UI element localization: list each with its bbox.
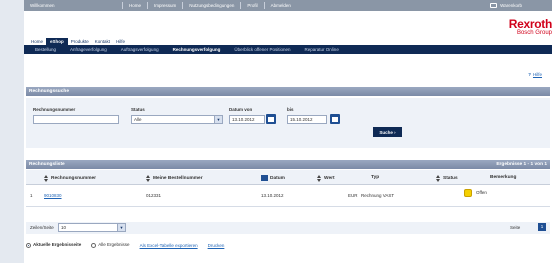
nav-hilfe[interactable]: Hilfe: [113, 38, 128, 45]
invoice-number-input[interactable]: [33, 115, 119, 124]
date-sort-icon: [261, 175, 268, 181]
col-invoice-number[interactable]: Rechnungsnummer: [44, 175, 96, 182]
status-open-icon: [464, 189, 472, 197]
subnav-bestellung[interactable]: Bestellung: [28, 47, 63, 52]
top-link-logout[interactable]: Abmelden: [263, 2, 297, 9]
col-date-label: Datum: [270, 175, 285, 181]
date-to-label: bis: [287, 107, 294, 112]
sort-icon: [317, 175, 322, 182]
list-title: Rechnungsliste: [29, 162, 65, 167]
sub-nav: Bestellung Anfrageverfolgung Auftragsver…: [24, 45, 552, 54]
sort-icon: [436, 175, 441, 182]
radio-selected-icon: [26, 242, 31, 248]
radio-unselected-icon: [91, 242, 97, 248]
invoice-currency: EUR: [348, 193, 358, 198]
col-remark: Bemerkung: [490, 175, 516, 180]
help-icon: ?: [528, 72, 531, 77]
col-value[interactable]: Wert: [317, 175, 335, 182]
col-order-number-label: Meine Bestellnummer: [153, 176, 203, 181]
invoice-status: Offen: [476, 190, 487, 195]
radio-current-page[interactable]: Aktuelle Ergebnisseite: [26, 242, 82, 248]
rows-per-page-value: 10: [61, 225, 67, 230]
invoice-date: 13.10.2012: [261, 193, 284, 198]
sort-icon: [44, 175, 49, 182]
calendar-icon[interactable]: [330, 114, 340, 124]
chevron-down-icon: ▼: [117, 224, 125, 231]
left-margin: [0, 0, 24, 263]
invoice-number-label: Rechnungsnummer: [33, 107, 76, 112]
radio-all-results-label: Alle Ergebnisse: [98, 242, 130, 248]
brand-row: Rexroth Bosch Group: [24, 11, 552, 38]
radio-current-page-label: Aktuelle Ergebnisseite: [33, 242, 82, 248]
status-label: Status: [131, 107, 145, 112]
bosch-group-label: Bosch Group: [516, 30, 552, 36]
nav-eshop[interactable]: eShop: [46, 38, 68, 45]
subnav-anfrageverfolgung[interactable]: Anfrageverfolgung: [63, 47, 114, 52]
col-status-label: Status: [443, 176, 458, 181]
top-links: Home Impressum Nutzungsbedingungen Profi…: [122, 2, 297, 9]
col-invoice-number-label: Rechnungsnummer: [51, 176, 97, 181]
date-from-input[interactable]: 13.10.2012: [229, 115, 265, 124]
top-link-profile[interactable]: Profil: [240, 2, 263, 9]
export-row: Aktuelle Ergebnisseite Alle Ergebnisse A…: [26, 240, 550, 250]
row-index: 1: [30, 193, 33, 198]
search-button[interactable]: Suche ›: [373, 127, 402, 137]
cart-icon: [490, 3, 498, 8]
top-link-terms[interactable]: Nutzungsbedingungen: [182, 2, 240, 9]
excel-export-link[interactable]: Als Excel-Tabelle exportieren: [140, 243, 198, 248]
search-section-header: Rechnungssuche: [26, 87, 550, 96]
nav-produkte[interactable]: Produkte: [68, 38, 92, 45]
nav-kontakt[interactable]: Kontakt: [92, 38, 113, 45]
top-bar: Willkommen Home Impressum Nutzungsbeding…: [24, 0, 552, 11]
subnav-rechnungsverfolgung[interactable]: Rechnungsverfolgung: [166, 47, 228, 52]
print-link[interactable]: Drucken: [208, 243, 225, 248]
help-link[interactable]: ? Hilfe: [528, 72, 542, 77]
col-remark-label: Bemerkung: [490, 175, 517, 180]
page: Willkommen Home Impressum Nutzungsbeding…: [24, 0, 552, 263]
cart-label: Warenkorb: [500, 3, 522, 8]
top-link-impressum[interactable]: Impressum: [147, 2, 182, 9]
col-order-number[interactable]: Meine Bestellnummer: [146, 175, 203, 182]
help-label: Hilfe: [532, 72, 542, 77]
subnav-reparatur-online[interactable]: Reparatur Online: [298, 47, 346, 52]
status-select[interactable]: Alle ▼: [131, 115, 223, 124]
calendar-icon[interactable]: [266, 114, 276, 124]
cart-link[interactable]: Warenkorb: [490, 3, 522, 8]
status-select-value: Alle: [134, 117, 142, 122]
subnav-auftragsverfolgung[interactable]: Auftragsverfolgung: [114, 47, 166, 52]
rexroth-logo: Rexroth: [508, 17, 552, 31]
top-link-home[interactable]: Home: [122, 2, 147, 9]
welcome-text: Willkommen: [30, 3, 55, 8]
paging-bar: Zeilen/Seite 10 ▼ Seite 1: [26, 222, 550, 234]
table-header: Rechnungsnummer Meine Bestellnummer Datu…: [26, 170, 550, 185]
page-label: Seite: [510, 225, 521, 230]
list-section-header: Rechnungsliste Ergebnisse 1 - 1 von 1: [26, 160, 550, 169]
col-status[interactable]: Status: [436, 175, 458, 182]
results-count: Ergebnisse 1 - 1 von 1: [496, 162, 547, 167]
col-type: Typ: [371, 175, 379, 180]
order-number: 012331: [146, 193, 162, 198]
invoice-table: Rechnungsnummer Meine Bestellnummer Datu…: [26, 170, 550, 207]
subnav-offene-positionen[interactable]: Überblick offener Positionen: [227, 47, 297, 52]
radio-all-results[interactable]: Alle Ergebnisse: [91, 242, 130, 248]
invoice-number-link[interactable]: 9010830: [44, 193, 62, 198]
search-title: Rechnungssuche: [29, 89, 69, 94]
main-nav: Home eShop Produkte Kontakt Hilfe: [24, 38, 552, 45]
invoice-type: Rechnung VAST: [361, 193, 395, 198]
nav-home[interactable]: Home: [28, 38, 46, 45]
col-type-label: Typ: [371, 175, 380, 180]
sort-icon: [146, 175, 151, 182]
date-to-input[interactable]: 15.10.2012: [287, 115, 327, 124]
page-number[interactable]: 1: [538, 223, 546, 231]
table-row: 1 9010830 012331 13.10.2012 EUR Rechnung…: [26, 185, 550, 207]
rows-per-page-label: Zeilen/Seite: [30, 225, 54, 230]
col-value-label: Wert: [324, 176, 335, 181]
date-from-label: Datum von: [229, 107, 253, 112]
rows-per-page-select[interactable]: 10 ▼: [58, 223, 126, 232]
chevron-down-icon: ▼: [214, 116, 222, 123]
col-date[interactable]: Datum: [261, 175, 285, 181]
